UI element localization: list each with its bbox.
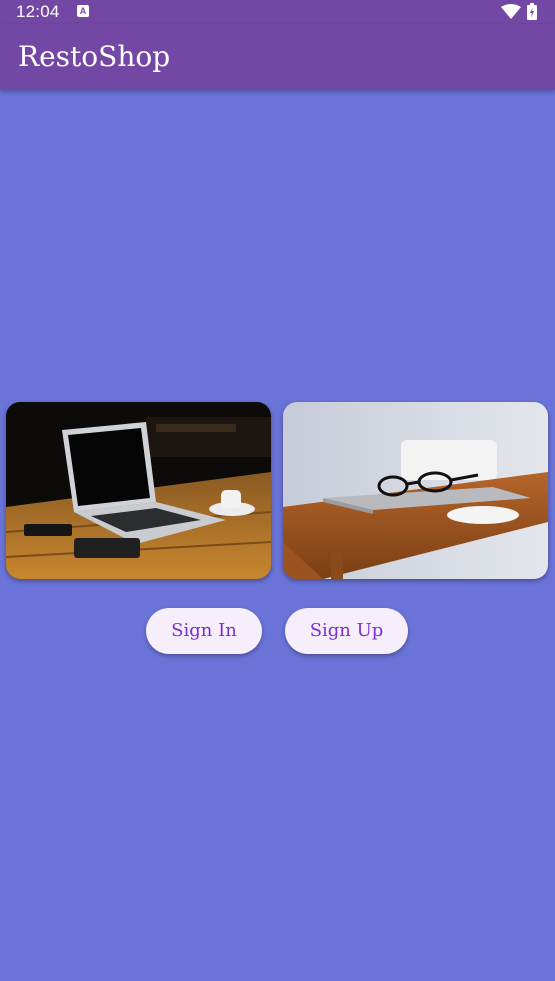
battery-icon (527, 3, 537, 20)
status-bar: 12:04 A (0, 0, 555, 24)
wifi-icon (501, 4, 521, 19)
sign-in-button[interactable]: Sign In (146, 608, 262, 654)
app-title: RestoShop (18, 40, 171, 73)
app-bar: RestoShop (0, 24, 555, 90)
status-time: 12:04 (16, 2, 60, 21)
laptop-on-wooden-table-image (6, 402, 271, 579)
sign-up-button[interactable]: Sign Up (285, 608, 408, 654)
a-icon: A (77, 5, 89, 17)
glasses-on-laptop-image (283, 402, 548, 579)
